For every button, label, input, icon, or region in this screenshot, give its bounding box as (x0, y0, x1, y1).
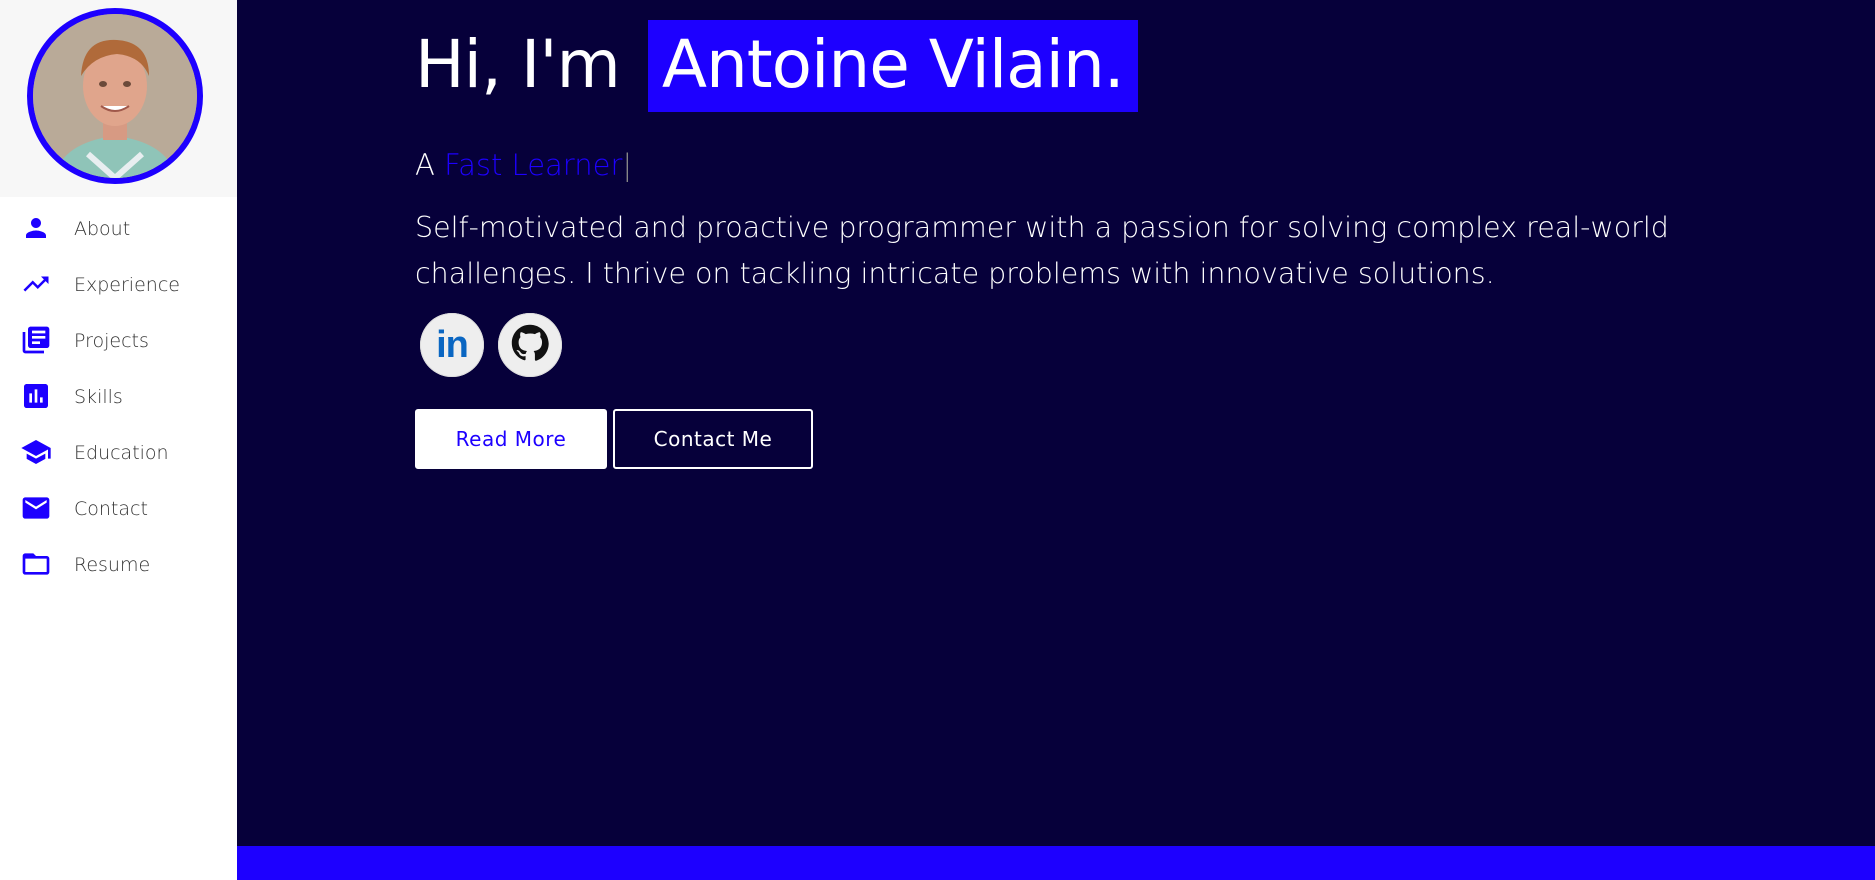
trending-up-icon (18, 266, 54, 302)
folder-icon (18, 546, 54, 582)
sidebar-item-education[interactable]: Education (0, 424, 237, 480)
sidebar-item-experience[interactable]: Experience (0, 256, 237, 312)
github-button[interactable] (498, 313, 562, 377)
bar-chart-icon (18, 378, 54, 414)
sidebar-nav: About Experience Projects Skills Educati… (0, 200, 237, 592)
sidebar-item-projects[interactable]: Projects (0, 312, 237, 368)
avatar (27, 8, 203, 184)
library-books-icon (18, 322, 54, 358)
person-icon (18, 210, 54, 246)
github-icon (511, 324, 549, 367)
tagline-prefix: A (415, 148, 435, 182)
sidebar-item-contact[interactable]: Contact (0, 480, 237, 536)
sidebar-item-resume[interactable]: Resume (0, 536, 237, 592)
bio-text: Self-motivated and proactive programmer … (415, 211, 1669, 290)
sidebar-item-label: Experience (74, 274, 180, 296)
read-more-button[interactable]: Read More (415, 409, 607, 469)
greeting-text: Hi, I'm (415, 26, 621, 103)
sidebar-item-label: Projects (74, 330, 149, 352)
sidebar-item-about[interactable]: About (0, 200, 237, 256)
linkedin-icon: in (436, 324, 469, 366)
sidebar-item-label: Education (74, 442, 169, 464)
name-highlight: Antoine Vilain. (647, 20, 1138, 112)
avatar-panel (0, 0, 237, 197)
sidebar-item-label: Skills (74, 386, 123, 408)
contact-me-button[interactable]: Contact Me (613, 409, 813, 469)
sidebar-item-skills[interactable]: Skills (0, 368, 237, 424)
mail-icon (18, 490, 54, 526)
sidebar-item-label: Resume (74, 554, 151, 576)
tagline: A Fast Learner| (415, 148, 632, 182)
page-title: Hi, I'm Antoine Vilain. (415, 20, 1138, 112)
hero-section: Hi, I'm Antoine Vilain. A Fast Learner| … (237, 0, 1875, 880)
footer-accent-bar (237, 846, 1875, 880)
linkedin-button[interactable]: in (420, 313, 484, 377)
sidebar-item-label: Contact (74, 498, 148, 520)
typing-cursor: | (622, 148, 633, 182)
sidebar-item-label: About (74, 218, 131, 240)
graduation-cap-icon (18, 434, 54, 470)
sidebar: About Experience Projects Skills Educati… (0, 0, 237, 880)
tagline-typed-text: Fast Learner (444, 148, 623, 182)
